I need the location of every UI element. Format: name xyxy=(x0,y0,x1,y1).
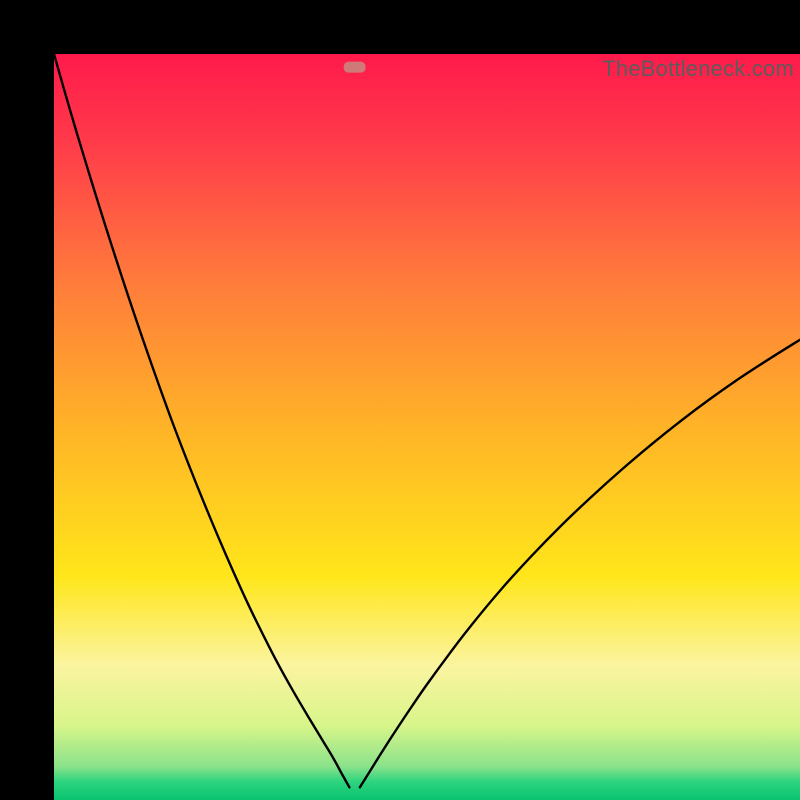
plot-area: TheBottleneck.com xyxy=(54,54,800,800)
chart-frame: TheBottleneck.com xyxy=(0,0,800,800)
minimum-marker xyxy=(344,62,366,73)
gradient-bg xyxy=(54,54,800,800)
watermark-text: TheBottleneck.com xyxy=(602,56,794,82)
chart-svg xyxy=(54,54,800,800)
